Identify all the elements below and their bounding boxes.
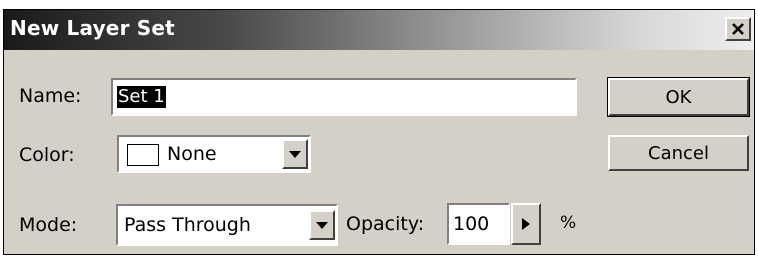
dialog-title: New Layer Set xyxy=(10,16,175,40)
color-select[interactable]: None xyxy=(117,135,311,173)
triangle-right-icon xyxy=(522,218,530,230)
chevron-down-icon xyxy=(289,150,301,158)
close-button[interactable] xyxy=(725,17,751,41)
color-swatch xyxy=(127,144,159,166)
name-label: Name: xyxy=(19,85,82,107)
ok-button-label: OK xyxy=(665,86,692,108)
cancel-button[interactable]: Cancel xyxy=(608,135,749,171)
mode-select-value: Pass Through xyxy=(124,214,251,236)
title-bar[interactable]: New Layer Set xyxy=(4,10,754,50)
new-layer-set-dialog: New Layer Set Name: Set 1 OK Cancel Colo… xyxy=(3,9,755,255)
opacity-input[interactable]: 100 xyxy=(447,203,510,245)
color-dropdown-button[interactable] xyxy=(282,139,308,169)
name-input[interactable]: Set 1 xyxy=(111,78,577,116)
opacity-slider-button[interactable] xyxy=(511,203,541,245)
mode-label: Mode: xyxy=(19,214,78,236)
cancel-button-label: Cancel xyxy=(648,142,709,164)
chevron-down-icon xyxy=(316,221,328,229)
name-input-value: Set 1 xyxy=(117,86,166,108)
opacity-input-value: 100 xyxy=(453,213,490,235)
ok-button[interactable]: OK xyxy=(608,78,749,116)
mode-select[interactable]: Pass Through xyxy=(116,204,338,246)
color-label: Color: xyxy=(19,144,75,166)
opacity-label: Opacity: xyxy=(346,213,425,235)
color-select-value: None xyxy=(167,143,217,165)
close-x-icon xyxy=(732,23,744,35)
mode-dropdown-button[interactable] xyxy=(309,210,335,240)
opacity-percent-sign: % xyxy=(560,213,577,233)
